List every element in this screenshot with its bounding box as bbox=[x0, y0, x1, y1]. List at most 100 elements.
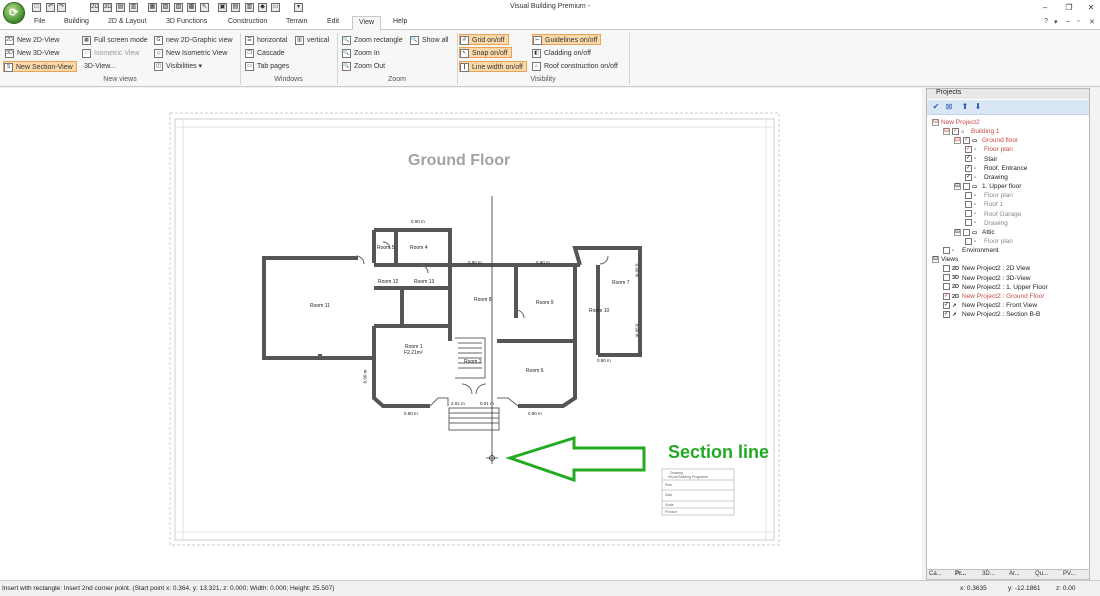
tree-item[interactable]: 2D New Project2 : 2D View bbox=[943, 264, 1030, 273]
tree-checkbox[interactable] bbox=[965, 219, 972, 227]
tree-item[interactable]: ⊟ ✓ ⌂ Building 1 bbox=[943, 127, 1000, 136]
check-icon[interactable]: ✔ bbox=[931, 102, 941, 112]
new-isometric-view-button[interactable]: ◇ New Isometric View bbox=[154, 48, 227, 59]
tree-checkbox[interactable] bbox=[965, 191, 972, 199]
tab-view[interactable]: View bbox=[352, 16, 382, 31]
tree-item[interactable]: ✓ ▫ Floor plan bbox=[965, 145, 1013, 154]
tree-checkbox[interactable]: ✓ bbox=[965, 173, 972, 181]
tree-item[interactable]: ✓ 2D New Project2 : Ground Floor bbox=[943, 292, 1044, 301]
cladding-toggle[interactable]: ◧ Cladding on/off bbox=[532, 48, 591, 59]
isometric-view-button[interactable]: ◇ Isometric View bbox=[82, 48, 139, 59]
grid-toggle[interactable]: # Grid on/off bbox=[459, 34, 509, 45]
tree-item[interactable]: ✓ ↗ New Project2 : Section B-B bbox=[943, 310, 1040, 319]
show-all-button[interactable]: 🔍 Show all bbox=[410, 35, 448, 46]
tree-item[interactable]: ▫ Environment bbox=[943, 246, 999, 255]
quick-access-icon[interactable]: ↶ bbox=[46, 3, 55, 12]
tab-file[interactable]: File bbox=[34, 18, 45, 25]
quick-access-icon[interactable]: ◆ bbox=[258, 3, 267, 12]
guidelines-toggle[interactable]: ⊢ Guidelines on/off bbox=[532, 34, 602, 45]
minimize-button[interactable]: – bbox=[1034, 2, 1056, 14]
close-button[interactable]: ✕ bbox=[1080, 2, 1100, 14]
tree-item[interactable]: ✓ ↗ New Project2 : Front View bbox=[943, 301, 1037, 310]
zoom-out-button[interactable]: 🔍 Zoom Out bbox=[342, 61, 385, 72]
new-section-view-button[interactable]: S New Section-View bbox=[3, 61, 77, 72]
quick-access-icon[interactable]: ↖ bbox=[200, 3, 209, 12]
app-logo[interactable]: ⟳ bbox=[3, 2, 25, 24]
zoom-rectangle-button[interactable]: 🔍 Zoom rectangle bbox=[342, 35, 403, 46]
visibilities-dropdown[interactable]: ◫ Visibilities ▾ bbox=[154, 61, 202, 72]
quick-access-icon[interactable]: ▤ bbox=[116, 3, 125, 12]
quick-access-icon[interactable]: ▤ bbox=[231, 3, 240, 12]
tree-checkbox[interactable]: ✓ bbox=[965, 164, 972, 172]
tab-pv[interactable]: PV... bbox=[1063, 571, 1075, 577]
tree-item[interactable]: ⊟ ✓ ▭ Ground floor bbox=[954, 136, 1018, 145]
tree-item[interactable]: 3D New Project2 : 3D-View bbox=[943, 274, 1031, 283]
tile-vertical-button[interactable]: ▥ vertical bbox=[295, 35, 329, 46]
restore-button[interactable]: ❐ bbox=[1058, 2, 1080, 14]
tree-checkbox[interactable]: ✓ bbox=[943, 310, 950, 318]
tree-item[interactable]: ▫ Roof 1 bbox=[965, 200, 1003, 209]
help-icon[interactable]: ? bbox=[1044, 18, 1048, 25]
tab-pages-button[interactable]: ▭ Tab pages bbox=[245, 61, 289, 72]
line-width-toggle[interactable]: ┃ Line width on/off bbox=[459, 61, 527, 72]
quick-access-icon[interactable]: ▭ bbox=[271, 3, 280, 12]
tree-item[interactable]: ▫ Roof Garage bbox=[965, 210, 1021, 219]
tab-3d[interactable]: 3D... bbox=[982, 571, 995, 577]
roof-construction-toggle[interactable]: ⌂ Roof construction on/off bbox=[532, 61, 618, 72]
tab-edit[interactable]: Edit bbox=[327, 18, 339, 25]
tab-terrain[interactable]: Terrain bbox=[286, 18, 307, 25]
tree-checkbox[interactable] bbox=[963, 182, 970, 190]
new-3d-view-button[interactable]: 3D New 3D-View bbox=[5, 48, 59, 59]
quick-access-icon[interactable]: ↷ bbox=[57, 3, 66, 12]
quick-access-icon[interactable]: ▧ bbox=[161, 3, 170, 12]
help-dropdown-icon[interactable]: ▾ bbox=[1054, 18, 1058, 26]
tree-checkbox[interactable]: ✓ bbox=[943, 301, 950, 309]
tree-checkbox[interactable]: ✓ bbox=[965, 146, 972, 154]
tree-item[interactable]: ▫ Floor plan bbox=[965, 237, 1013, 246]
tree-item[interactable]: ▫ Drawing bbox=[965, 219, 1008, 228]
tree-item[interactable]: ⊟ New Project2 bbox=[932, 118, 980, 127]
tree-checkbox[interactable] bbox=[943, 265, 950, 273]
expand-icon[interactable]: ⊟ bbox=[954, 228, 961, 236]
doc-minimize-icon[interactable]: – bbox=[1066, 18, 1070, 25]
tab-help[interactable]: Help bbox=[393, 18, 407, 25]
new-2d-graphic-view-button[interactable]: Gnew 2D-Graphic view bbox=[154, 35, 233, 46]
move-down-icon[interactable]: ⬇ bbox=[973, 102, 983, 112]
tree-item[interactable]: 2D New Project2 : 1. Upper Floor bbox=[943, 283, 1048, 292]
full-screen-mode-button[interactable]: ▦ Full screen mode bbox=[82, 35, 148, 46]
expand-icon[interactable]: ⊟ bbox=[932, 118, 939, 126]
doc-close-icon[interactable]: ✕ bbox=[1089, 18, 1095, 26]
tab-areas[interactable]: Ar... bbox=[1009, 571, 1020, 577]
tree-checkbox[interactable] bbox=[943, 274, 950, 282]
quick-access-icon[interactable]: ▥ bbox=[245, 3, 254, 12]
zoom-in-button[interactable]: 🔍 Zoom In bbox=[342, 48, 380, 59]
tree-checkbox[interactable]: ✓ bbox=[952, 127, 959, 135]
3d-view-dialog-button[interactable]: 3D-View... bbox=[84, 61, 116, 72]
tab-building[interactable]: Building bbox=[64, 18, 89, 25]
tile-horizontal-button[interactable]: ☰ horizontal bbox=[245, 35, 287, 46]
tree-checkbox[interactable]: ✓ bbox=[963, 137, 970, 145]
expand-icon[interactable]: ⊟ bbox=[943, 127, 950, 135]
select-all-icon[interactable]: ⊠ bbox=[944, 102, 954, 112]
quick-access-icon[interactable]: □ bbox=[32, 3, 41, 12]
expand-icon[interactable]: ⊟ bbox=[954, 137, 961, 145]
tree-item[interactable]: ▫ Floor plan bbox=[965, 191, 1013, 200]
snap-toggle[interactable]: ↖ Snap on/off bbox=[459, 47, 512, 58]
new-2d-view-button[interactable]: 2D New 2D-View bbox=[5, 35, 59, 46]
tree-item[interactable]: ✓ ▫ Roof, Entrance bbox=[965, 164, 1027, 173]
tab-quantities[interactable]: Qu... bbox=[1035, 571, 1048, 577]
tab-construction[interactable]: Construction bbox=[228, 18, 267, 25]
tree-item[interactable]: ✓ ▫ Drawing bbox=[965, 173, 1008, 182]
quick-access-icon[interactable]: 3D bbox=[103, 3, 112, 12]
quick-access-icon[interactable]: ▣ bbox=[218, 3, 227, 12]
tree-checkbox[interactable] bbox=[943, 283, 950, 291]
cascade-button[interactable]: ❐ Cascade bbox=[245, 48, 285, 59]
tree-checkbox[interactable]: ✓ bbox=[965, 155, 972, 163]
tab-projects[interactable]: Pr... bbox=[955, 571, 966, 577]
tree-checkbox[interactable] bbox=[965, 201, 972, 209]
tree-checkbox[interactable]: ✓ bbox=[943, 292, 950, 300]
quick-access-icon[interactable]: ▩ bbox=[187, 3, 196, 12]
quick-access-icon[interactable]: ▾ bbox=[294, 3, 303, 12]
move-up-icon[interactable]: ⬆ bbox=[960, 102, 970, 112]
tree-checkbox[interactable] bbox=[965, 210, 972, 218]
